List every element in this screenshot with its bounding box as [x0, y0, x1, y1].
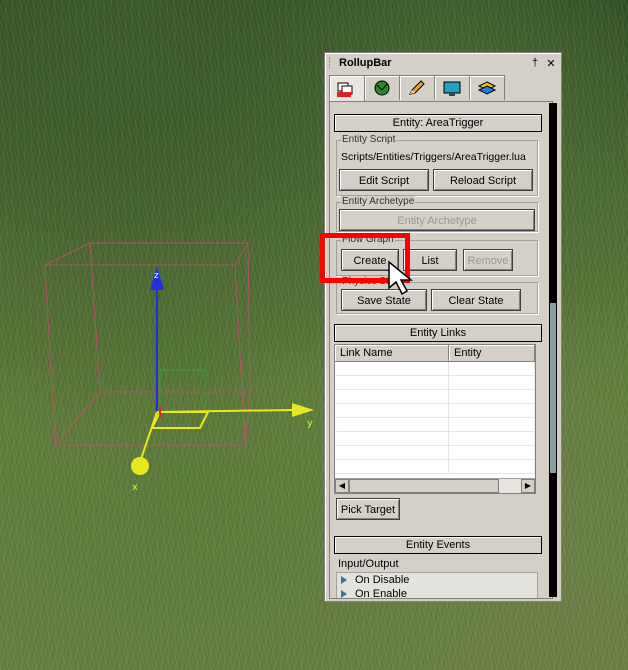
flow-graph-group: Flow Graph Create List Remove: [336, 234, 538, 276]
pencil-icon: [409, 80, 425, 95]
rollup-tabs: [329, 75, 505, 102]
rollup-titlebar[interactable]: RollupBar † ✕: [325, 53, 561, 73]
vertical-scroll-thumb[interactable]: [550, 303, 556, 473]
list-row[interactable]: [335, 376, 535, 390]
inner-box: [159, 369, 206, 412]
list-row[interactable]: [335, 460, 535, 474]
entity-archetype-button[interactable]: Entity Archetype: [339, 209, 535, 231]
event-label: On Enable: [355, 588, 407, 599]
display-icon: [443, 81, 461, 96]
event-item-on-disable[interactable]: On Disable: [337, 573, 537, 587]
event-item-on-enable[interactable]: On Enable: [337, 587, 537, 599]
x-axis[interactable]: [139, 411, 158, 463]
list-row[interactable]: [335, 418, 535, 432]
rollup-bar: RollupBar † ✕ Entity: AreaTrigger Entity…: [324, 52, 562, 602]
y-axis-label: y: [307, 418, 313, 429]
scroll-left-icon[interactable]: ◀: [335, 479, 349, 493]
reload-script-button[interactable]: Reload Script: [433, 169, 533, 191]
tab-modify[interactable]: [399, 75, 435, 100]
vertical-scrollbar[interactable]: [549, 103, 557, 597]
entity-header[interactable]: Entity: AreaTrigger: [334, 114, 542, 132]
rollup-content: Entity: AreaTrigger Entity Script Script…: [329, 101, 553, 599]
column-link-name[interactable]: Link Name: [335, 345, 449, 361]
list-row[interactable]: [335, 446, 535, 460]
scroll-right-icon[interactable]: ▶: [521, 479, 535, 493]
tab-layers[interactable]: [469, 75, 505, 100]
z-axis-label: z: [154, 271, 159, 281]
entity-archetype-group: Entity Archetype Entity Archetype: [336, 196, 538, 232]
entity-script-group: Entity Script Scripts/Entities/Triggers/…: [336, 134, 538, 196]
horizontal-scrollbar[interactable]: ◀ ▶: [335, 478, 535, 493]
x-axis-handle-icon[interactable]: [131, 457, 149, 475]
edit-script-button[interactable]: Edit Script: [339, 169, 429, 191]
list-row[interactable]: [335, 390, 535, 404]
objects-icon: [337, 82, 353, 97]
expand-arrow-icon[interactable]: [341, 576, 347, 584]
script-path: Scripts/Entities/Triggers/AreaTrigger.lu…: [341, 151, 526, 163]
x-axis-label: x: [132, 482, 138, 493]
rollup-title: RollupBar: [339, 57, 392, 69]
physics-state-group: Physics State Save State Clear State: [336, 276, 538, 314]
tab-objects[interactable]: [329, 75, 365, 102]
expand-arrow-icon[interactable]: [341, 590, 347, 598]
grip-icon[interactable]: [329, 57, 333, 69]
input-output-label: Input/Output: [338, 558, 399, 570]
clear-state-button[interactable]: Clear State: [431, 289, 521, 311]
list-row[interactable]: [335, 432, 535, 446]
list-row[interactable]: [335, 362, 535, 376]
entity-events-list[interactable]: On Disable On Enable: [336, 572, 538, 599]
entity-script-label: Entity Script: [341, 134, 397, 145]
entity-archetype-label: Entity Archetype: [341, 196, 416, 207]
mouse-cursor-icon: [388, 260, 414, 296]
entity-links-list-header: Link Name Entity: [335, 345, 535, 362]
pin-icon[interactable]: †: [529, 57, 541, 69]
flow-graph-label: Flow Graph: [341, 234, 395, 245]
tab-display[interactable]: [434, 75, 470, 100]
area-trigger-box: [44, 242, 251, 446]
entity-links-header[interactable]: Entity Links: [334, 324, 542, 342]
pick-target-button[interactable]: Pick Target: [336, 498, 400, 520]
event-label: On Disable: [355, 574, 410, 586]
scroll-thumb[interactable]: [349, 479, 499, 493]
close-icon[interactable]: ✕: [545, 57, 557, 70]
list-row[interactable]: [335, 404, 535, 418]
column-entity[interactable]: Entity: [449, 345, 535, 361]
entity-events-header[interactable]: Entity Events: [334, 536, 542, 554]
entity-links-rows: [335, 362, 535, 474]
remove-flow-graph-button[interactable]: Remove: [463, 249, 513, 271]
layers-icon: [477, 81, 497, 95]
y-axis-arrow-icon[interactable]: [292, 403, 314, 417]
tab-terrain[interactable]: [364, 75, 400, 100]
terrain-icon: [374, 80, 390, 96]
entity-links-list[interactable]: Link Name Entity ◀ ▶: [334, 344, 536, 494]
